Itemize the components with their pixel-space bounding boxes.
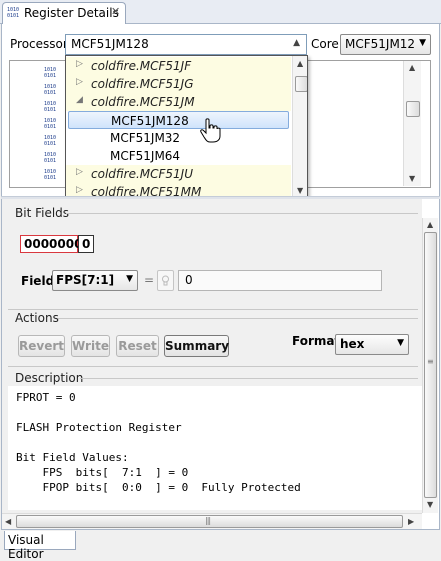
register-binary-icon: 1010 0101 (44, 84, 57, 96)
chevron-down-icon[interactable]: ▼ (126, 274, 133, 284)
divider (66, 213, 418, 214)
scroll-up-icon[interactable]: ▲ (409, 63, 415, 72)
actions-title: Actions (15, 311, 59, 325)
description-line: FLASH Protection Register (16, 421, 182, 434)
close-icon[interactable]: ✕ (111, 5, 120, 18)
core-label: Core (311, 37, 339, 51)
register-binary-icon: 1010 0101 (44, 135, 57, 147)
divider (80, 378, 418, 379)
scrollbar-thumb[interactable]: ||| (16, 515, 403, 528)
chevron-down-icon[interactable]: ▼ (419, 38, 426, 48)
expand-arrow-icon[interactable]: ▷ (76, 59, 83, 69)
processor-label: Processor (10, 37, 68, 51)
scroll-down-icon[interactable]: ▼ (427, 500, 433, 509)
description-line: FPROT = 0 (16, 391, 76, 404)
field-label: Field (21, 274, 55, 288)
bit-value-box[interactable]: 0 (78, 235, 94, 253)
reset-button[interactable]: Reset (116, 335, 159, 357)
register-details-tab[interactable]: 1010 0101 Register Details ✕ (2, 2, 126, 24)
register-binary-icon: 1010 0101 (7, 7, 20, 19)
format-label: Format (292, 334, 341, 348)
register-binary-icon: 1010 0101 (44, 169, 57, 181)
tree-item-device[interactable]: MCF51JM32 (66, 129, 291, 147)
divider (58, 318, 418, 319)
divider (8, 309, 418, 310)
format-value: hex (340, 337, 365, 351)
field-combo[interactable]: FPS[7:1] ▼ (52, 270, 138, 291)
register-binary-icon: 1010 0101 (44, 101, 57, 113)
grip-icon: ||| (205, 516, 211, 525)
tree-item-family[interactable]: ▷ coldfire.MCF51JU (66, 165, 291, 183)
register-binary-icon: 1010 0101 (44, 67, 57, 79)
horizontal-scrollbar[interactable]: ◀ ||| ▶ (2, 513, 422, 529)
write-button[interactable]: Write (71, 335, 110, 357)
processor-value: MCF51JM128 (71, 37, 149, 51)
tree-item-family[interactable]: ▷ coldfire.MCF51JG (66, 75, 291, 93)
description-line: FPS bits[ 7:1 ] = 0 (16, 466, 189, 479)
register-binary-icon: 1010 0101 (44, 152, 57, 164)
grip-icon: ≡ (427, 357, 434, 366)
scroll-up-icon[interactable]: ▲ (297, 59, 303, 68)
processor-combo[interactable]: MCF51JM128 ▲ (65, 34, 307, 55)
scrollbar-thumb[interactable]: ≡ (424, 232, 437, 498)
vertical-scrollbar[interactable]: ▲ ≡ ▼ (422, 218, 438, 513)
tree-item-family-expanded[interactable]: ◢ coldfire.MCF51JM (66, 93, 291, 111)
expand-arrow-icon[interactable]: ▷ (76, 185, 83, 195)
tree-item-device-selected[interactable]: MCF51JM128 (68, 111, 289, 129)
processor-dropdown-tree[interactable]: ▷ coldfire.MCF51JF ▷ coldfire.MCF51JG ◢ … (65, 55, 308, 200)
core-value: MCF51JM128 (345, 37, 415, 51)
tree-item-device[interactable]: MCF51JM64 (66, 147, 291, 165)
scroll-down-icon[interactable]: ▼ (409, 174, 415, 183)
tree-item-family[interactable]: ▷ coldfire.MCF51JF (66, 57, 291, 75)
expand-arrow-icon[interactable]: ▷ (76, 167, 83, 177)
register-list-scrollbar[interactable]: ▲ ▼ (403, 61, 421, 186)
divider (8, 366, 418, 367)
scroll-right-icon[interactable]: ▶ (408, 517, 414, 526)
lightbulb-icon[interactable] (157, 270, 174, 291)
chevron-down-icon[interactable]: ▼ (397, 338, 404, 348)
equals-sign: = (144, 273, 155, 287)
bits-value-box[interactable]: 0000000 (20, 235, 82, 253)
register-binary-icon: 1010 0101 (44, 118, 57, 130)
description-line: Bit Field Values: (16, 451, 129, 464)
tab-title: Register Details (24, 6, 119, 20)
field-value: FPS[7:1] (56, 273, 115, 287)
summary-button[interactable]: Summary (164, 335, 229, 357)
hand-cursor-icon (200, 118, 221, 143)
expand-arrow-icon[interactable]: ▷ (76, 77, 83, 87)
tab-visual-editor[interactable]: Visual Editor (4, 531, 76, 561)
scrollbar-thumb[interactable] (295, 76, 307, 92)
scroll-left-icon[interactable]: ◀ (5, 517, 11, 526)
format-combo[interactable]: hex ▼ (335, 334, 409, 355)
bit-fields-title: Bit Fields (15, 206, 70, 220)
core-combo[interactable]: MCF51JM128 ▼ (340, 34, 431, 55)
scroll-down-icon[interactable]: ▼ (297, 186, 303, 195)
description-text-area[interactable]: FPROT = 0 FLASH Protection Register Bit … (8, 386, 422, 510)
scrollbar-thumb[interactable] (406, 101, 420, 117)
chevron-up-icon[interactable]: ▲ (293, 38, 300, 48)
scroll-up-icon[interactable]: ▲ (427, 220, 433, 229)
revert-button[interactable]: Revert (18, 335, 65, 357)
field-value-input[interactable]: 0 (178, 270, 382, 291)
description-title: Description (15, 371, 84, 385)
dropdown-scrollbar[interactable]: ▲ ▼ (292, 56, 307, 199)
description-line: FPOP bits[ 0:0 ] = 0 Fully Protected (16, 481, 301, 494)
collapse-arrow-icon[interactable]: ◢ (76, 95, 83, 105)
